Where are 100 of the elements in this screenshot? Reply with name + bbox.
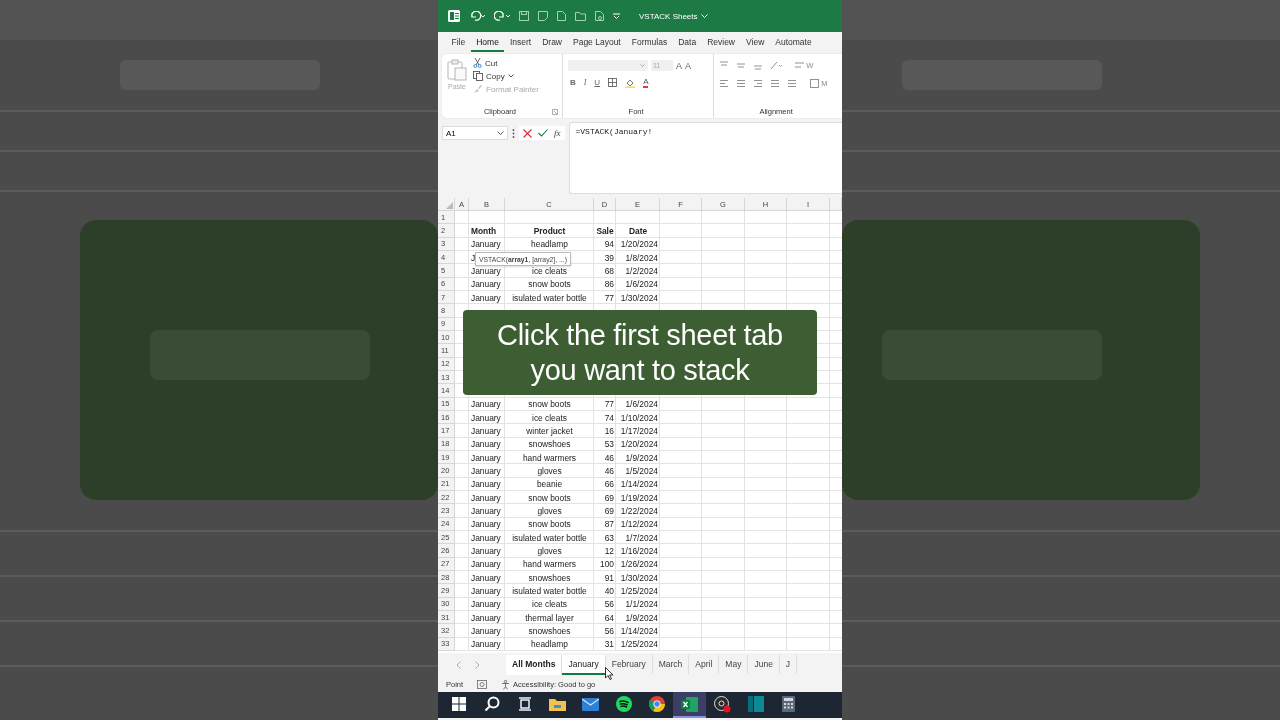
menu-tab[interactable]: Data — [672, 34, 702, 52]
sheet-tab[interactable]: March — [652, 655, 690, 675]
copy-button[interactable]: Copy — [473, 71, 539, 81]
font-style-button[interactable]: I — [583, 78, 587, 87]
sheet-tab[interactable]: May — [719, 655, 749, 675]
table-cell: Sale — [596, 226, 614, 236]
panel-app-icon[interactable] — [747, 696, 764, 712]
sheet-tab[interactable]: June — [748, 655, 780, 675]
document-icon[interactable] — [538, 11, 548, 21]
more-options-icon[interactable] — [512, 129, 515, 138]
table-cell: 77 — [604, 292, 614, 303]
table-cell: beanie — [536, 479, 563, 490]
sheet-tab[interactable]: J — [779, 655, 798, 675]
table-cell: January — [471, 412, 501, 423]
table-cell: 12 — [604, 545, 614, 556]
cancel-icon[interactable] — [523, 128, 532, 138]
table-cell: headlamp — [531, 639, 568, 650]
sheet-tab[interactable]: January — [562, 655, 606, 675]
table-cell: Month — [471, 226, 497, 236]
table-cell: January — [471, 465, 501, 476]
search-icon[interactable] — [483, 696, 500, 712]
menu-tab[interactable]: Home — [470, 34, 505, 52]
font-style-button[interactable]: B — [569, 78, 576, 87]
text-align-icon[interactable] — [719, 79, 730, 88]
orientation-icon[interactable] — [770, 61, 783, 70]
menu-tab[interactable]: Formulas — [626, 34, 673, 52]
table-cell: gloves — [537, 505, 562, 516]
table-cell: 1/20/2024 — [620, 239, 658, 250]
sheet-tab[interactable]: April — [689, 655, 720, 675]
table-cell: 77 — [604, 399, 614, 410]
text-align-icon[interactable] — [770, 79, 781, 88]
undo-icon[interactable] — [469, 11, 485, 21]
name-box[interactable]: A1 — [442, 126, 508, 140]
table-cell: January — [471, 479, 501, 490]
table-cell: hand warmers — [522, 559, 577, 570]
scissors-icon — [473, 58, 482, 68]
table-cell: Product — [533, 226, 566, 236]
spreadsheet-app-icon — [448, 10, 460, 22]
text-align-icon[interactable] — [753, 79, 764, 88]
decrease-font-button[interactable]: A — [684, 60, 691, 71]
menu-tab[interactable]: Page Layout — [567, 34, 627, 52]
table-cell: 1/17/2024 — [620, 425, 658, 436]
table-cell: snow boots — [528, 399, 571, 410]
redo-icon[interactable] — [494, 11, 510, 21]
formula-field[interactable]: =VSTACK(January! — [568, 122, 842, 194]
checkmark-icon[interactable] — [538, 129, 548, 137]
menu-tab[interactable]: Automate — [769, 34, 818, 52]
window-title[interactable]: VSTACK Sheets — [639, 11, 708, 21]
save-icon[interactable] — [519, 11, 529, 21]
menu-tab[interactable]: Review — [701, 34, 741, 52]
spreadsheet-app-icon[interactable] — [681, 696, 698, 712]
table-cell: 91 — [604, 572, 614, 583]
table-cell: ice cleats — [532, 599, 567, 610]
browser-icon[interactable] — [648, 696, 665, 712]
table-cell: 1/8/2024 — [625, 252, 658, 263]
menu-tab[interactable]: File — [446, 34, 471, 52]
chevron-down-icon — [507, 74, 514, 78]
table-cell: January — [471, 559, 501, 570]
table-cell: 1/12/2024 — [620, 519, 658, 530]
task-view-icon[interactable] — [517, 697, 532, 711]
insert-function-button[interactable]: fx — [554, 128, 561, 138]
text-align-icon[interactable] — [736, 79, 747, 88]
table-cell: isulated water bottle — [512, 292, 587, 303]
table-cell: 46 — [604, 452, 614, 463]
table-cell: January — [471, 612, 501, 623]
macro-recording-icon[interactable] — [477, 680, 488, 689]
sheet-tab[interactable]: All Months — [506, 655, 563, 675]
table-cell: 1/26/2024 — [620, 559, 658, 570]
folder-icon[interactable] — [549, 697, 566, 711]
cut-button[interactable]: Cut — [473, 58, 539, 68]
text-align-icon[interactable] — [787, 79, 798, 88]
fill-color-icon[interactable] — [625, 77, 636, 88]
customize-icon[interactable] — [613, 13, 620, 19]
table-cell: ice cleats — [532, 412, 567, 423]
table-cell: 1/14/2024 — [620, 625, 658, 636]
table-cell: 1/30/2024 — [620, 292, 658, 303]
windows-start-icon[interactable] — [451, 697, 466, 711]
font-name-field[interactable] — [567, 60, 648, 71]
font-color-button[interactable]: A — [643, 77, 649, 88]
clipboard-icon — [447, 59, 467, 81]
font-style-button[interactable]: U — [594, 78, 601, 87]
dialog-launcher-icon[interactable] — [551, 108, 558, 115]
table-cell: January — [471, 585, 501, 596]
table-cell: winter jacket — [526, 425, 573, 436]
menu-tab[interactable]: View — [740, 34, 770, 52]
new-file-icon[interactable] — [557, 11, 566, 21]
calculator-icon[interactable] — [782, 696, 795, 712]
chevron-down-icon — [497, 130, 504, 136]
menu-tab[interactable]: Draw — [536, 34, 568, 52]
print-preview-icon[interactable] — [595, 11, 604, 21]
borders-icon[interactable] — [608, 78, 618, 87]
table-cell: 1/10/2024 — [620, 412, 658, 423]
table-cell: 1/30/2024 — [620, 572, 658, 583]
table-cell: 1/9/2024 — [625, 612, 658, 623]
music-app-icon[interactable] — [615, 696, 632, 712]
recorder-icon[interactable] — [714, 695, 731, 713]
menu-tab[interactable]: Insert — [504, 34, 537, 52]
table-cell: January — [471, 545, 501, 556]
mail-icon[interactable] — [582, 697, 599, 711]
increase-font-button[interactable]: A — [675, 60, 682, 71]
